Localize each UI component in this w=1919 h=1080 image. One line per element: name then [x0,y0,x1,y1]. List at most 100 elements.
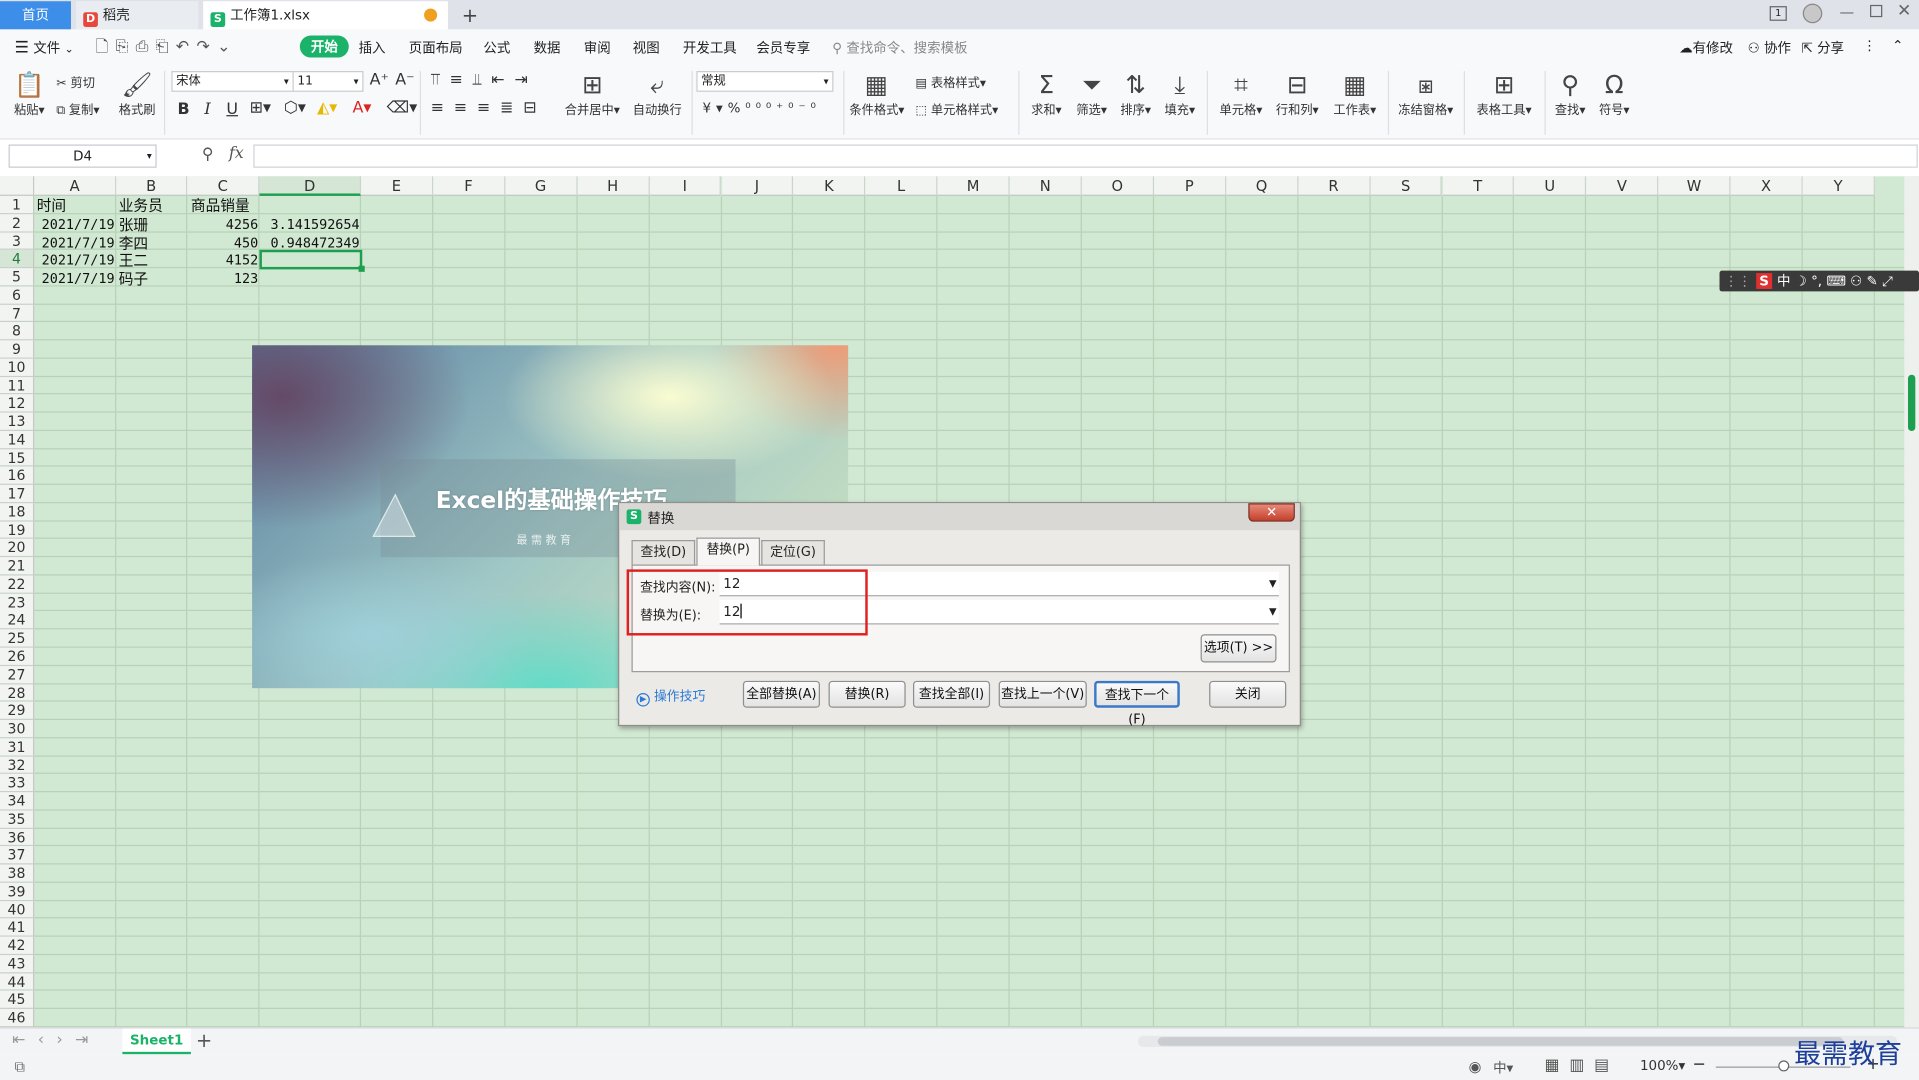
tab-view[interactable]: 视图 [633,38,660,58]
find-previous-button[interactable]: 查找上一个(V) [998,680,1087,708]
row-header-15[interactable]: 15 [0,448,35,468]
tab-member[interactable]: 会员专享 [756,38,810,58]
tab-page-layout[interactable]: 页面布局 [409,38,463,58]
replace-button[interactable]: 替换(R) [828,680,906,708]
font-color-icon[interactable]: A▾ [352,99,371,119]
column-header-p[interactable]: P [1153,176,1227,196]
row-header-43[interactable]: 43 [0,954,35,974]
ime-status[interactable]: 中▾ [1493,1058,1513,1078]
cell-a3[interactable]: 2021/7/19 [42,235,115,252]
row-header-6[interactable]: 6 [0,286,35,305]
tab-review[interactable]: 审阅 [584,38,611,58]
cell-fill-icon[interactable]: ⬡▾ [284,99,306,119]
row-header-33[interactable]: 33 [0,774,35,793]
row-header-17[interactable]: 17 [0,485,35,504]
avatar[interactable] [1802,3,1823,24]
row-header-25[interactable]: 25 [0,629,35,648]
sheet-navigation-icons[interactable]: ⇤‹›⇥ [12,1031,100,1049]
row-header-11[interactable]: 11 [0,376,35,395]
fill-button[interactable]: ⤓ 填充▾ [1161,70,1198,118]
filter-button[interactable]: ⏷ 筛选▾ [1073,70,1110,118]
font-name-select[interactable]: 宋体 ▾ [171,71,294,92]
row-header-46[interactable]: 46 [0,1009,35,1028]
row-header-21[interactable]: 21 [0,557,35,576]
column-header-f[interactable]: F [433,176,506,196]
row-header-41[interactable]: 41 [0,918,35,937]
vertical-scrollbar[interactable] [1904,176,1919,1028]
row-header-18[interactable]: 18 [0,503,35,522]
cell-a1[interactable]: 时间 [37,197,66,214]
tab-data[interactable]: 数据 [534,38,561,58]
fill-handle[interactable] [358,265,365,272]
row-header-30[interactable]: 30 [0,720,35,739]
fill-color-icon[interactable]: ◭▾ [317,99,337,119]
row-header-40[interactable]: 40 [0,900,35,919]
eraser-icon[interactable]: ⌫▾ [387,99,418,119]
column-header-n[interactable]: N [1009,176,1082,196]
row-header-3[interactable]: 3 [0,232,35,251]
name-box[interactable]: D4 ▾ [8,144,157,168]
cell-c2[interactable]: 4256 [188,217,258,234]
column-header-x[interactable]: X [1730,176,1803,196]
row-header-38[interactable]: 38 [0,864,35,883]
column-header-q[interactable]: Q [1226,176,1299,196]
tab-replace[interactable]: 替换(P) [696,537,761,566]
merge-center-button[interactable]: ⊞ 合并居中▾ [563,70,622,118]
paste-button[interactable]: 📋 粘贴▾ [11,70,48,118]
row-header-44[interactable]: 44 [0,973,35,992]
cell-b5[interactable]: 码子 [119,271,148,288]
command-search[interactable]: ⚲ 查找命令、搜索模板 [832,38,967,58]
close-button[interactable]: 关闭 [1209,680,1287,708]
copy-button[interactable]: ⧉ 复制▾ [56,99,99,117]
column-header-k[interactable]: K [793,176,866,196]
column-header-a[interactable]: A [34,176,117,196]
column-header-m[interactable]: M [937,176,1010,196]
row-header-9[interactable]: 9 [0,340,35,359]
cell-a5[interactable]: 2021/7/19 [42,271,115,288]
vertical-align-icons[interactable]: ⫪≡⫫⇤⇥ [431,71,538,91]
cell-c4[interactable]: 4152 [188,252,258,269]
column-header-u[interactable]: U [1514,176,1587,196]
tab-workbook[interactable]: S 工作簿1.xlsx ● [203,1,448,30]
horizontal-align-icons[interactable]: ≡≡≡≣⊟ [431,99,547,119]
dialog-titlebar[interactable]: S 替换 [619,503,1300,531]
more-icon[interactable]: ⋮ [1863,38,1876,54]
row-header-14[interactable]: 14 [0,430,35,449]
macro-record-icon[interactable]: ⧉ [15,1058,25,1076]
find-button[interactable]: ⚲ 查找▾ [1552,70,1589,118]
row-header-39[interactable]: 39 [0,882,35,901]
collab-button[interactable]: ⚇ 协作 [1748,38,1791,58]
freeze-panes-button[interactable]: ⧆ 冻结窗格▾ [1395,70,1456,118]
format-painter-button[interactable]: 🖌 格式刷 [117,70,156,118]
cell-d2[interactable]: 3.141592654 [270,217,359,234]
column-header-v[interactable]: V [1586,176,1659,196]
row-header-10[interactable]: 10 [0,358,35,377]
ime-toolbar[interactable]: ⋮⋮ S 中 ☽ °, ⌨ ⚇ ✎ ⤢ [1719,270,1919,292]
new-tab-button[interactable]: + [458,1,482,29]
quick-access-toolbar[interactable]: 🗋⎘⎙⎗↶↷⌄ [95,36,237,63]
tab-home[interactable]: 首页 [0,1,71,30]
active-cell-selection[interactable] [259,249,363,270]
row-header-36[interactable]: 36 [0,828,35,847]
row-header-23[interactable]: 23 [0,593,35,612]
number-format-icons[interactable]: ¥▾%⁰⁰⁰⁺⁰⁻⁰ [702,99,820,119]
column-header-g[interactable]: G [505,176,578,196]
tab-insert[interactable]: 插入 [359,38,386,58]
column-header-c[interactable]: C [187,176,260,196]
cell-c5[interactable]: 123 [188,271,258,288]
worksheet-button[interactable]: ▦ 工作表▾ [1330,70,1379,118]
horizontal-scrollbar[interactable] [1138,1035,1897,1047]
vertical-scroll-thumb[interactable] [1907,374,1916,432]
column-header-o[interactable]: O [1081,176,1154,196]
options-button[interactable]: 选项(T) >> [1200,634,1277,663]
underline-button[interactable]: U [226,100,238,120]
sort-button[interactable]: ⇅ 排序▾ [1117,70,1154,118]
collapse-ribbon-icon[interactable]: ⌃ [1892,38,1903,54]
zoom-level[interactable]: 100%▾ [1640,1058,1685,1074]
row-header-1[interactable]: 1 [0,195,35,215]
tab-developer[interactable]: 开发工具 [683,38,737,58]
tab-formula[interactable]: 公式 [483,38,510,58]
decrease-font-icon[interactable]: A⁻ [395,71,414,91]
find-next-button[interactable]: 查找下一个(F) [1094,680,1180,727]
table-tools-button[interactable]: ⊞ 表格工具▾ [1472,70,1536,118]
